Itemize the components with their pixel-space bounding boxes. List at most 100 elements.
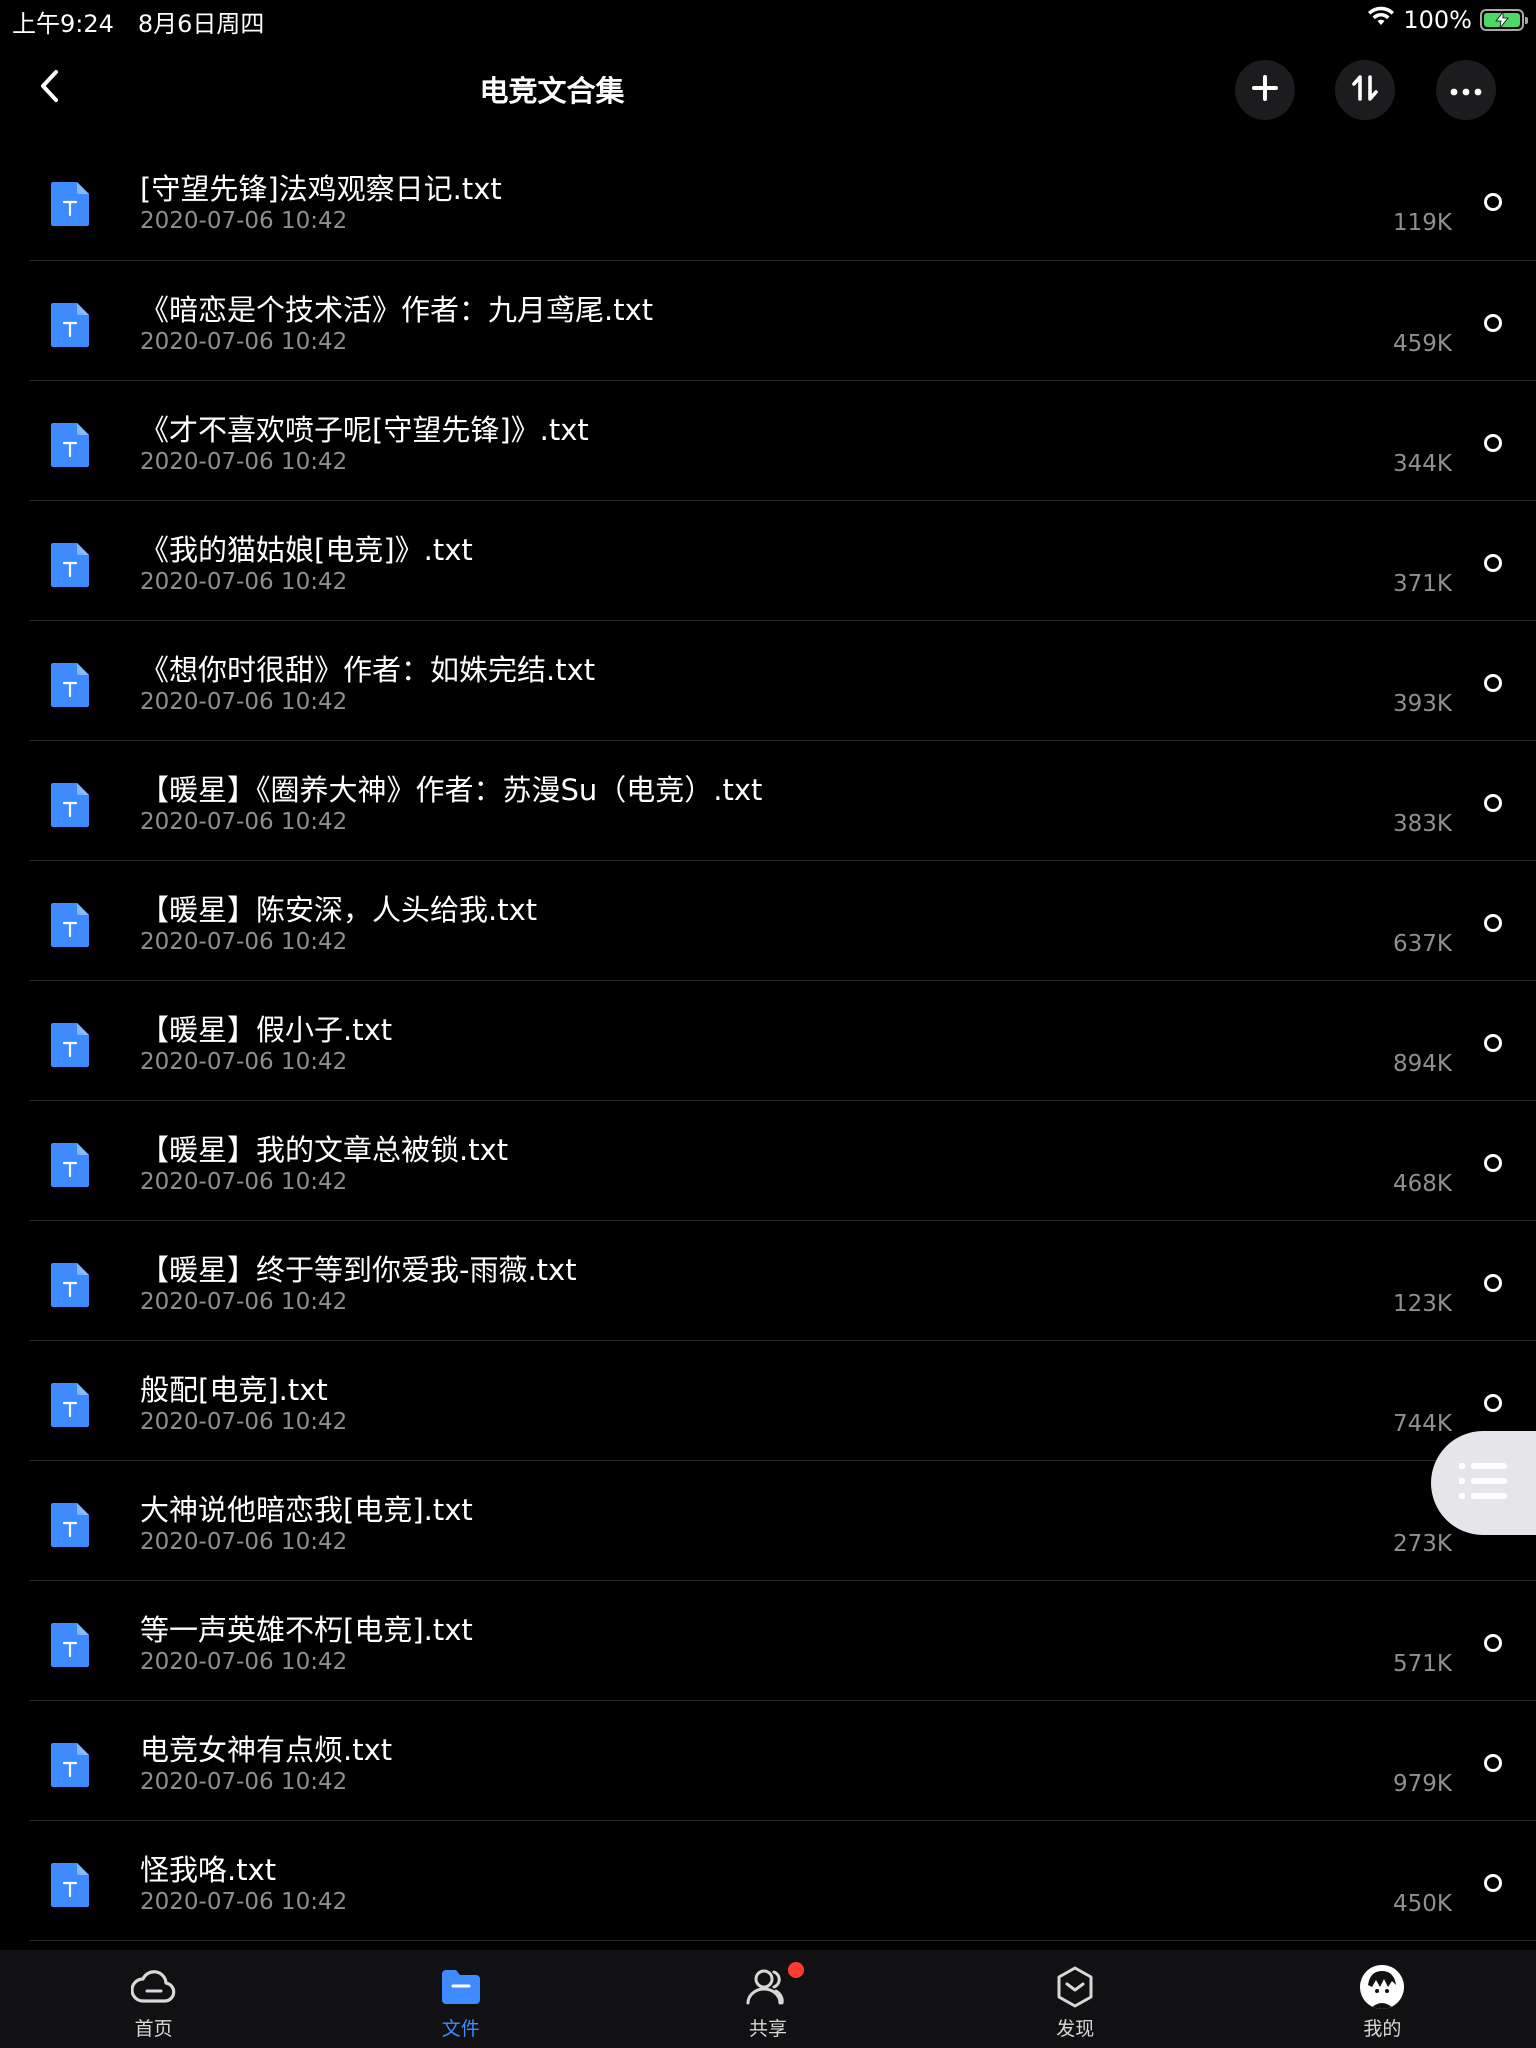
txt-file-icon bbox=[51, 903, 89, 947]
txt-file-icon bbox=[51, 1863, 89, 1907]
file-date: 2020-07-06 10:42 bbox=[140, 1409, 348, 1435]
select-radio[interactable] bbox=[1484, 1874, 1502, 1892]
file-row[interactable]: 【暖星】假小子.txt 2020-07-06 10:42 894K bbox=[30, 981, 1536, 1101]
file-row[interactable]: 般配[电竞].txt 2020-07-06 10:42 744K bbox=[30, 1341, 1536, 1461]
tab-discover[interactable]: 发现 bbox=[922, 1950, 1229, 2048]
more-button[interactable] bbox=[1436, 60, 1496, 120]
select-radio[interactable] bbox=[1484, 794, 1502, 812]
avatar bbox=[1357, 1962, 1407, 2012]
select-radio[interactable] bbox=[1484, 1634, 1502, 1652]
file-row[interactable]: 怪我咯.txt 2020-07-06 10:42 450K bbox=[30, 1821, 1536, 1941]
file-size: 119K bbox=[1393, 210, 1452, 236]
select-radio[interactable] bbox=[1484, 1394, 1502, 1412]
back-button[interactable] bbox=[28, 66, 72, 110]
txt-file-icon bbox=[51, 1383, 89, 1427]
file-date: 2020-07-06 10:42 bbox=[140, 208, 348, 234]
select-radio[interactable] bbox=[1484, 1034, 1502, 1052]
file-date: 2020-07-06 10:42 bbox=[140, 1769, 348, 1795]
floating-list-button[interactable] bbox=[1431, 1431, 1536, 1535]
sort-button[interactable] bbox=[1335, 60, 1395, 120]
select-radio[interactable] bbox=[1484, 193, 1502, 211]
file-name: 【暖星】我的文章总被锁.txt bbox=[140, 1133, 509, 1167]
txt-file-icon bbox=[51, 1503, 89, 1547]
avatar-image bbox=[1360, 1965, 1405, 2009]
file-date: 2020-07-06 10:42 bbox=[140, 1649, 348, 1675]
file-name: 电竞女神有点烦.txt bbox=[140, 1733, 393, 1767]
file-date: 2020-07-06 10:42 bbox=[140, 1889, 348, 1915]
file-size: 371K bbox=[1393, 571, 1452, 597]
file-name: 【暖星】终于等到你爱我-雨薇.txt bbox=[140, 1253, 577, 1287]
file-size: 450K bbox=[1393, 1891, 1452, 1917]
file-row[interactable]: 等一声英雄不朽[电竞].txt 2020-07-06 10:42 571K bbox=[30, 1581, 1536, 1701]
file-row[interactable]: 【暖星】陈安深，人头给我.txt 2020-07-06 10:42 637K bbox=[30, 861, 1536, 981]
file-row[interactable]: 【暖星】《圈养大神》作者：苏漫Su（电竞）.txt 2020-07-06 10:… bbox=[30, 741, 1536, 861]
file-name: 《才不喜欢喷子呢[守望先锋]》.txt bbox=[140, 413, 589, 447]
file-date: 2020-07-06 10:42 bbox=[140, 809, 348, 835]
add-button[interactable] bbox=[1235, 60, 1295, 120]
txt-file-icon bbox=[51, 1143, 89, 1187]
file-name: 【暖星】《圈养大神》作者：苏漫Su（电竞）.txt bbox=[140, 773, 763, 807]
file-name: 怪我咯.txt bbox=[140, 1853, 277, 1887]
tab-files[interactable]: 文件 bbox=[307, 1950, 614, 2048]
select-radio[interactable] bbox=[1484, 914, 1502, 932]
txt-file-icon bbox=[51, 663, 89, 707]
tab-label: 共享 bbox=[749, 2018, 788, 2040]
tab-label: 首页 bbox=[134, 2018, 173, 2040]
txt-file-icon bbox=[51, 423, 89, 467]
status-right: 100% bbox=[1367, 4, 1528, 36]
file-row[interactable]: 《才不喜欢喷子呢[守望先锋]》.txt 2020-07-06 10:42 344… bbox=[30, 381, 1536, 501]
file-name: 【暖星】陈安深，人头给我.txt bbox=[140, 893, 538, 927]
file-row[interactable]: 《想你时很甜》作者：如姝完结.txt 2020-07-06 10:42 393K bbox=[30, 621, 1536, 741]
status-bar: 上午9:24 8月6日周四 100% bbox=[0, 0, 1536, 40]
file-row[interactable]: 大神说他暗恋我[电竞].txt 2020-07-06 10:42 273K bbox=[30, 1461, 1536, 1581]
txt-file-icon bbox=[51, 1743, 89, 1787]
txt-file-icon bbox=[51, 1623, 89, 1667]
notification-badge bbox=[788, 1962, 804, 1978]
txt-file-icon bbox=[51, 783, 89, 827]
select-radio[interactable] bbox=[1484, 434, 1502, 452]
select-radio[interactable] bbox=[1484, 314, 1502, 332]
tab-home[interactable]: 首页 bbox=[0, 1950, 307, 2048]
file-row[interactable]: 【暖星】我的文章总被锁.txt 2020-07-06 10:42 468K bbox=[30, 1101, 1536, 1221]
file-size: 637K bbox=[1393, 931, 1452, 957]
file-date: 2020-07-06 10:42 bbox=[140, 689, 348, 715]
file-size: 744K bbox=[1393, 1411, 1452, 1437]
select-radio[interactable] bbox=[1484, 1154, 1502, 1172]
file-list: [守望先锋]法鸡观察日记.txt 2020-07-06 10:42 119K 《… bbox=[0, 140, 1536, 1941]
file-name: 《我的猫姑娘[电竞]》.txt bbox=[140, 533, 473, 567]
select-radio[interactable] bbox=[1484, 1754, 1502, 1772]
file-size: 123K bbox=[1393, 1291, 1452, 1317]
file-date: 2020-07-06 10:42 bbox=[140, 1529, 348, 1555]
plus-icon bbox=[1251, 74, 1279, 106]
file-size: 894K bbox=[1393, 1051, 1452, 1077]
folder-icon bbox=[436, 1962, 486, 2012]
file-name: 【暖星】假小子.txt bbox=[140, 1013, 393, 1047]
file-date: 2020-07-06 10:42 bbox=[140, 1169, 348, 1195]
page-title: 电竞文合集 bbox=[479, 74, 625, 108]
txt-file-icon bbox=[51, 182, 89, 226]
discover-icon bbox=[1050, 1962, 1100, 2012]
file-size: 383K bbox=[1393, 811, 1452, 837]
file-name: 般配[电竞].txt bbox=[140, 1373, 328, 1407]
select-radio[interactable] bbox=[1484, 1274, 1502, 1292]
file-name: [守望先锋]法鸡观察日记.txt bbox=[140, 172, 502, 206]
file-date: 2020-07-06 10:42 bbox=[140, 449, 348, 475]
tab-share[interactable]: 共享 bbox=[614, 1950, 921, 2048]
file-date: 2020-07-06 10:42 bbox=[140, 929, 348, 955]
file-size: 344K bbox=[1393, 451, 1452, 477]
file-row[interactable]: 【暖星】终于等到你爱我-雨薇.txt 2020-07-06 10:42 123K bbox=[30, 1221, 1536, 1341]
more-icon bbox=[1450, 81, 1482, 100]
file-date: 2020-07-06 10:42 bbox=[140, 1049, 348, 1075]
battery-percent: 100% bbox=[1403, 6, 1472, 34]
select-radio[interactable] bbox=[1484, 674, 1502, 692]
file-row[interactable]: 电竞女神有点烦.txt 2020-07-06 10:42 979K bbox=[30, 1701, 1536, 1821]
txt-file-icon bbox=[51, 543, 89, 587]
tab-mine[interactable]: 我的 bbox=[1229, 1950, 1536, 2048]
file-row[interactable]: [守望先锋]法鸡观察日记.txt 2020-07-06 10:42 119K bbox=[30, 140, 1536, 261]
file-name: 等一声英雄不朽[电竞].txt bbox=[140, 1613, 473, 1647]
txt-file-icon bbox=[51, 1263, 89, 1307]
file-row[interactable]: 《暗恋是个技术活》作者：九月鸢尾.txt 2020-07-06 10:42 45… bbox=[30, 261, 1536, 381]
file-date: 2020-07-06 10:42 bbox=[140, 1289, 348, 1315]
file-row[interactable]: 《我的猫姑娘[电竞]》.txt 2020-07-06 10:42 371K bbox=[30, 501, 1536, 621]
select-radio[interactable] bbox=[1484, 554, 1502, 572]
